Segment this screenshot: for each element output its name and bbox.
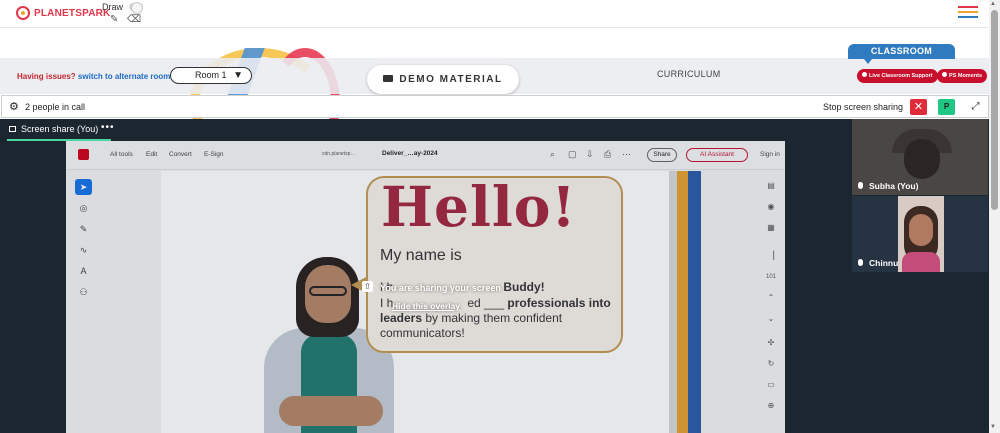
stop-screen-sharing-label: Stop screen sharing	[823, 102, 904, 112]
demo-material-label: DEMO MATERIAL	[399, 74, 503, 85]
folder-icon	[383, 74, 394, 82]
participant-tile[interactable]: Chinnu	[852, 196, 988, 272]
scrollbar-thumb[interactable]	[991, 10, 998, 210]
gear-icon[interactable]: ⚙	[9, 100, 19, 113]
microphone-icon	[858, 259, 863, 267]
participant-button[interactable]: P	[938, 99, 955, 115]
meeting-stage: Screen share (You) ••• All tools Edit Co…	[0, 119, 989, 433]
logo-mark-icon	[16, 6, 30, 20]
participant-video	[904, 139, 940, 179]
moments-icon	[942, 72, 947, 78]
alternate-room-link[interactable]: switch to alternate room	[78, 72, 170, 81]
sharing-message: You are sharing your screen	[380, 283, 501, 293]
stop-sharing-button[interactable]: ✕	[910, 99, 927, 115]
microphone-icon	[858, 182, 863, 190]
hamburger-line	[958, 11, 978, 13]
issues-label: Having issues?	[17, 72, 76, 81]
brand-name: PLANETSPARK	[34, 7, 111, 19]
hamburger-line	[958, 16, 978, 18]
hamburger-line	[958, 6, 978, 8]
screen-share-label: Screen share (You)	[21, 124, 99, 134]
pencil-icon[interactable]: ✎	[110, 14, 118, 25]
classroom-tab[interactable]: CLASSROOM	[848, 44, 955, 64]
scroll-up-arrow-icon[interactable]: ▲	[990, 1, 996, 7]
participant-name-text: Subha (You)	[869, 181, 919, 191]
hide-overlay-link[interactable]: Hide this overlay	[392, 301, 460, 311]
expand-icon[interactable]: ⤢	[967, 99, 984, 115]
draw-label: Draw	[102, 2, 124, 12]
hamburger-menu-icon[interactable]	[958, 6, 978, 21]
participant-name-text: Chinnu	[869, 258, 899, 268]
issues-text: Having issues? switch to alternate room	[17, 72, 170, 81]
caret-down-icon: ▼	[233, 70, 243, 81]
participant-tile[interactable]: Subha (You)	[852, 119, 988, 195]
people-count: 2 people in call	[25, 102, 86, 112]
live-classroom-support-button[interactable]: Live Classroom Support	[857, 69, 938, 83]
upload-icon: ⇧	[362, 281, 373, 292]
ps-moments-button[interactable]: PS Moments	[937, 69, 988, 83]
support-icon	[862, 72, 867, 78]
ps-moments-label: PS Moments	[949, 73, 983, 79]
screen-share-tab[interactable]: Screen share (You)	[9, 124, 98, 134]
participant-face	[909, 214, 933, 246]
eraser-icon[interactable]: ⌫	[127, 14, 141, 25]
room-select-value: Room 1	[195, 70, 227, 80]
more-options-icon[interactable]: •••	[101, 122, 115, 133]
top-bar: PLANETSPARK Draw ✎ ⌫	[0, 0, 1000, 28]
call-header: ⚙ 2 people in call Stop screen sharing ✕…	[1, 95, 989, 118]
participant-name: Subha (You)	[858, 181, 918, 191]
sharing-overlay: ⇧ You are sharing your screen Hide this …	[66, 141, 785, 433]
demo-material-button[interactable]: DEMO MATERIAL	[367, 65, 519, 94]
participant-body	[902, 252, 940, 272]
planetspark-logo[interactable]: PLANETSPARK	[16, 6, 110, 20]
monitor-icon	[9, 125, 16, 132]
curriculum-tab[interactable]: CURRICULUM	[657, 69, 721, 79]
live-support-label: Live Classroom Support	[869, 73, 933, 79]
scroll-down-arrow-icon[interactable]: ▼	[990, 424, 996, 430]
room-select[interactable]: Room 1 ▼	[170, 67, 252, 84]
draw-toggle[interactable]	[129, 2, 143, 14]
participant-name: Chinnu	[858, 258, 898, 268]
participants-panel	[852, 272, 989, 433]
